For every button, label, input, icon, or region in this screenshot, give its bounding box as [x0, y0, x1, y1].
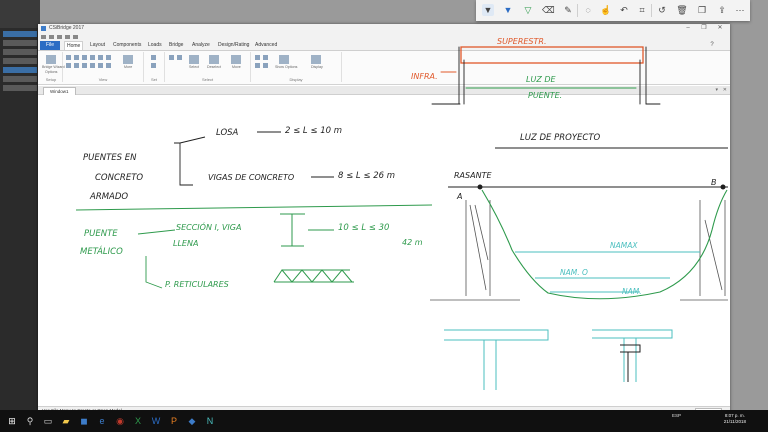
ink-toolbar: ▼ ▼ ▽ ⌫ ✎ ◌ ☝ ↶ ⌗ ↺ 🗑 ❐ ⇪ ⋯ [476, 0, 750, 21]
store-icon[interactable]: ◼ [78, 415, 90, 427]
truss-sketch [273, 269, 354, 283]
share-icon[interactable]: ⇪ [716, 4, 728, 16]
powerpoint-icon[interactable]: P [168, 415, 180, 427]
search-icon[interactable]: ⚲ [24, 415, 36, 427]
copy-icon[interactable]: ❐ [696, 4, 708, 16]
abutment-sketch [430, 200, 728, 301]
concrete-bracket [174, 136, 206, 186]
file-explorer-icon[interactable]: ▰ [60, 415, 72, 427]
more-icon[interactable]: ⋯ [734, 4, 746, 16]
label-infra: INFRA. [411, 72, 438, 81]
touch-write-icon[interactable]: ☝ [600, 4, 612, 16]
label-span-line2: PUENTE. [528, 91, 562, 100]
slab-range: 2 ≤ L ≤ 10 m [285, 126, 342, 136]
task-view-icon[interactable]: ▭ [42, 415, 54, 427]
water-min-label: NAM. [622, 287, 642, 296]
history-icon[interactable]: ↺ [656, 4, 668, 16]
undo-icon[interactable]: ↶ [618, 4, 630, 16]
beam-range: 8 ≤ L ≤ 26 m [338, 171, 395, 181]
section-label-2: LLENA [173, 239, 198, 248]
project-span-label: LUZ DE PROYECTO [520, 133, 601, 143]
language-indicator[interactable]: ESP [672, 413, 681, 418]
deck-label: RASANTE [454, 171, 492, 180]
divider-line [75, 204, 433, 211]
section-label-1: SECCIÓN I, VIGA [176, 221, 241, 232]
abutment-a-marker [477, 184, 483, 190]
crop-icon[interactable]: ⌗ [636, 4, 648, 16]
ruler-icon[interactable]: ✎ [562, 4, 574, 16]
water-ord-label: NAM. O [560, 268, 588, 277]
metal-title-2: METÁLICO [80, 245, 123, 257]
abutment-b-marker [720, 184, 726, 190]
water-max-label: NAMAX [610, 241, 638, 250]
excel-icon[interactable]: X [132, 415, 144, 427]
word-icon[interactable]: W [150, 415, 162, 427]
ink-separator [651, 4, 652, 17]
abutment-b-label: B [711, 178, 717, 187]
beam-label: VIGAS DE CONCRETO [208, 173, 294, 182]
metal-title-1: PUENTE [84, 229, 118, 239]
ink-overlay: SUPERESTR. INFRA. LUZ DE PUENTE. PUENTES… [75, 37, 728, 390]
clock-date: 21/11/2018 [723, 419, 746, 424]
concrete-title-1: PUENTES EN [83, 153, 137, 163]
i-beam-sketch [280, 213, 305, 247]
label-span-line1: LUZ DE [526, 75, 556, 84]
ink-separator [577, 4, 578, 17]
abutment-a-label: A [456, 192, 462, 201]
pen-blue-icon[interactable]: ▼ [502, 4, 514, 16]
system-clock[interactable]: 8:07 p. m. 21/11/2018 [724, 413, 746, 425]
onenote-icon[interactable]: N [204, 415, 216, 427]
app-icon[interactable]: ◉ [114, 415, 126, 427]
concrete-title-2: CONCRETO [95, 173, 143, 183]
section-extra: 42 m [402, 238, 423, 247]
eraser-icon[interactable]: ⌫ [542, 4, 555, 16]
section-range: 10 ≤ L ≤ 30 [338, 223, 389, 233]
taskbar: ⊞ ⚲ ▭ ▰ ◼ e ◉ X W P ◆ N ESP 8:07 p. m. 2… [0, 410, 768, 432]
edge-icon[interactable]: e [96, 415, 108, 427]
ballpoint-pen-icon[interactable]: ▼ [482, 4, 494, 16]
windows-start-icon[interactable]: ⊞ [6, 415, 18, 427]
label-superstructure: SUPERESTR. [497, 37, 547, 46]
truss-label: P. RETICULARES [165, 280, 229, 289]
csibridge-icon[interactable]: ◆ [186, 415, 198, 427]
concrete-title-3: ARMADO [89, 192, 128, 202]
terrain-sketch [481, 189, 728, 300]
lasso-icon[interactable]: ◌ [582, 4, 594, 16]
delete-icon[interactable]: 🗑 [676, 4, 688, 16]
slab-label: LOSA [216, 128, 239, 138]
pier-sketches [444, 329, 673, 390]
highlighter-icon[interactable]: ▽ [522, 4, 534, 16]
